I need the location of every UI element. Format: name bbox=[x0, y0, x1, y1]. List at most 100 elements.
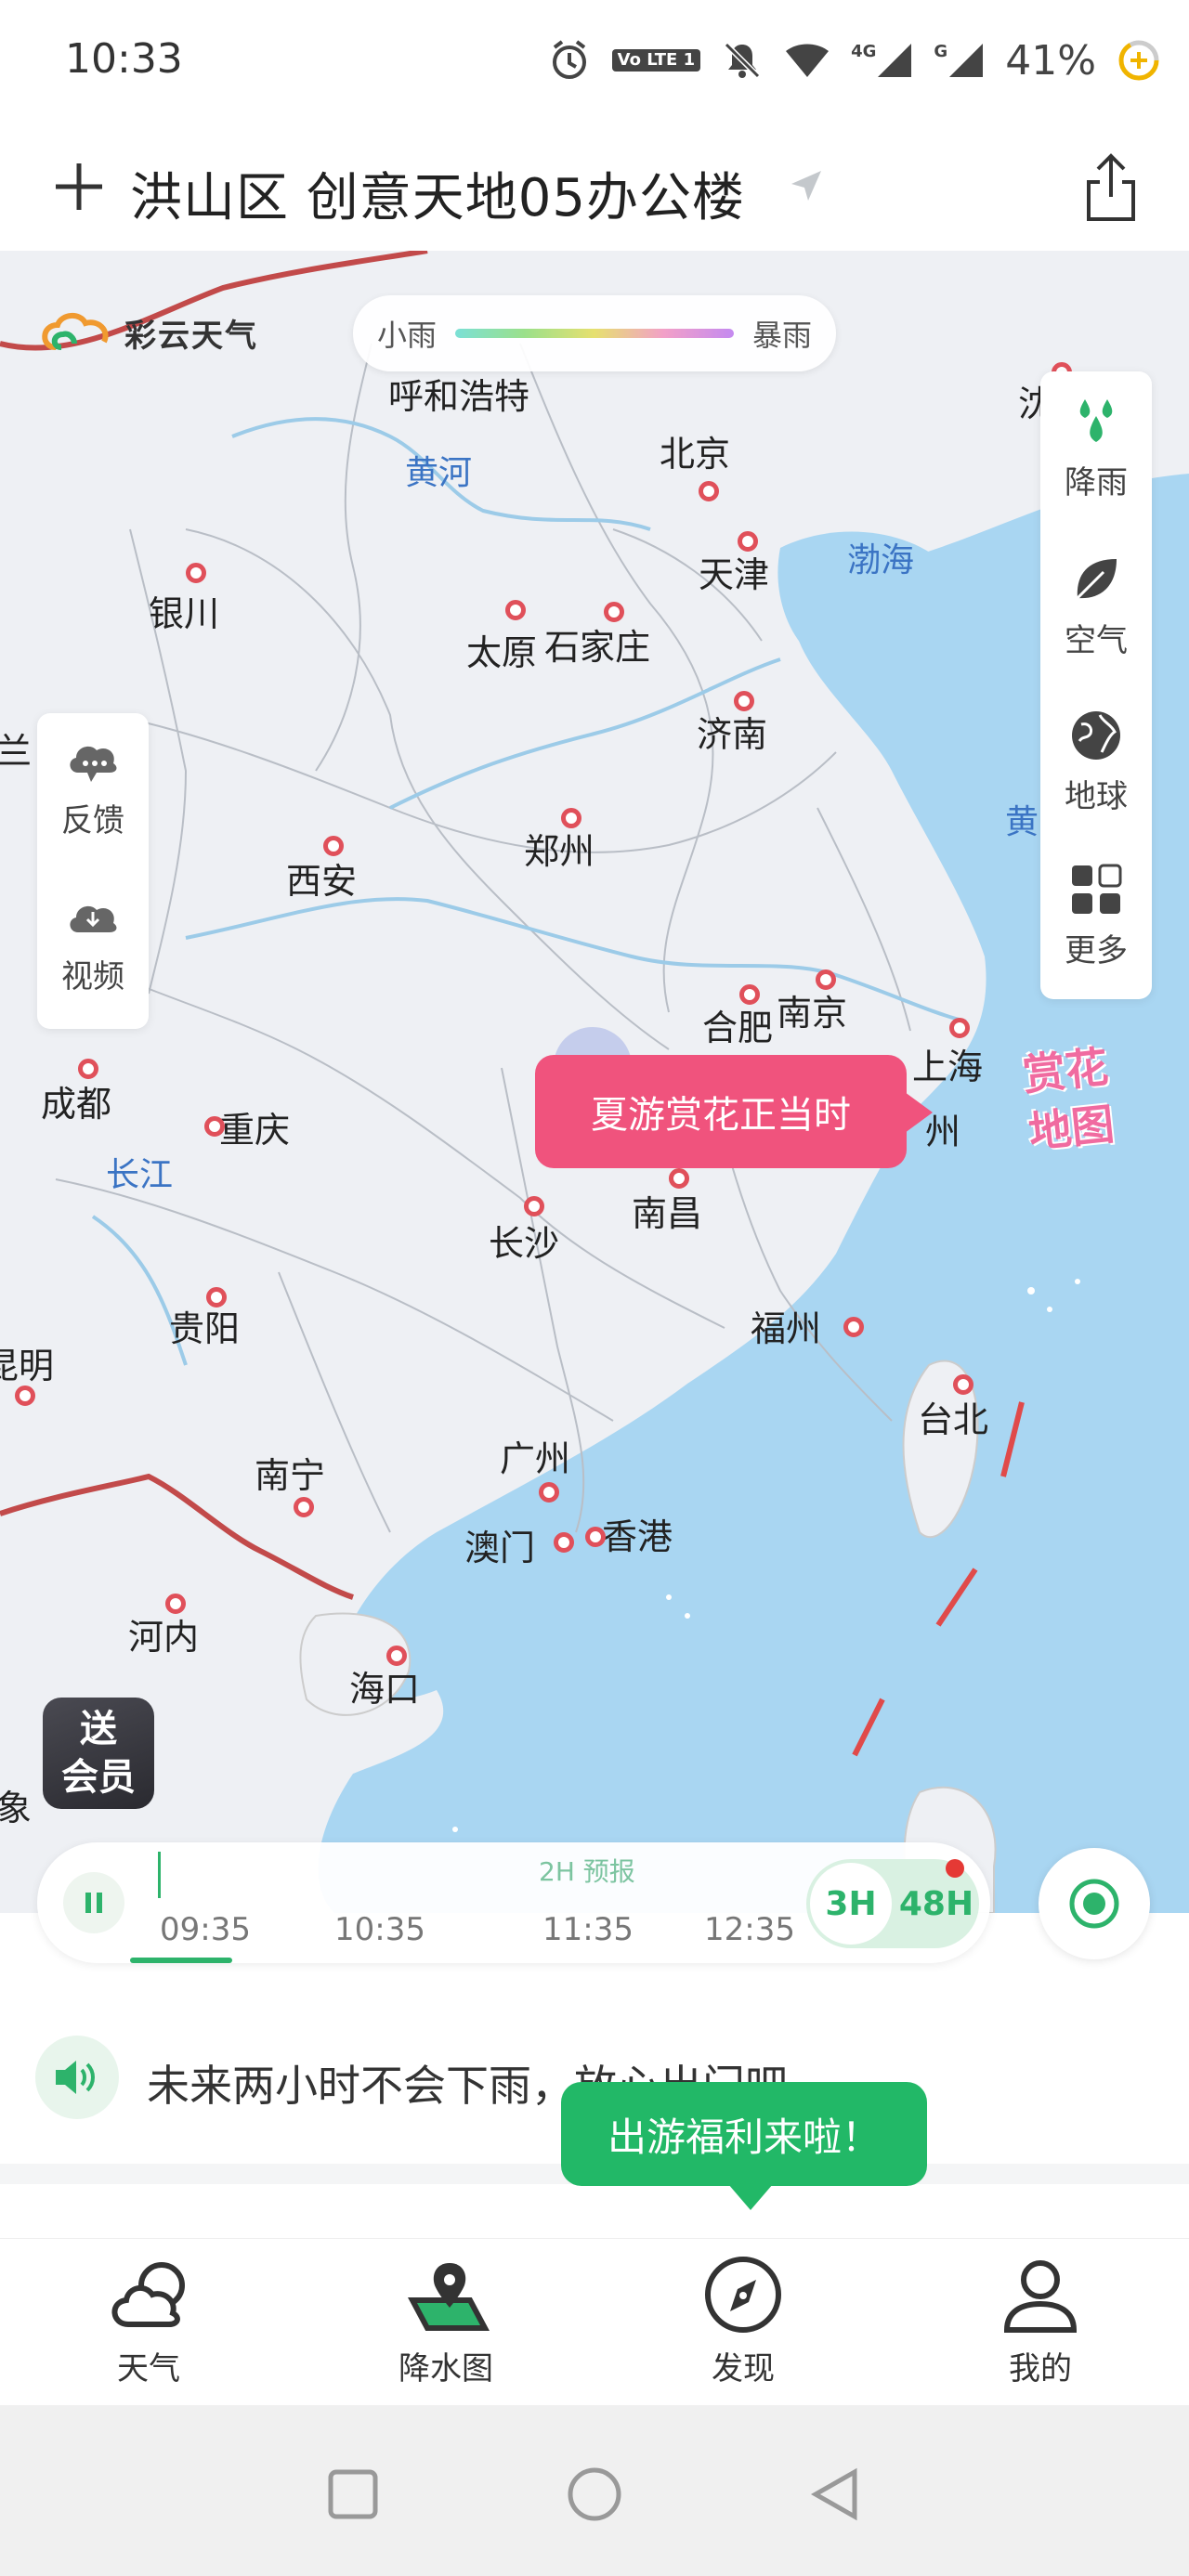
flower-map-button[interactable]: 赏花 地图 bbox=[984, 1034, 1155, 1179]
volte-icon: Vo LTE 1 bbox=[611, 49, 701, 72]
timeline-tick: 09:35 bbox=[160, 1911, 251, 1948]
layer-air-label: 空气 bbox=[1065, 622, 1128, 659]
home-button[interactable] bbox=[557, 2457, 632, 2531]
forecast-range-label: 2H 预报 bbox=[539, 1856, 635, 1887]
city-label: 长沙 bbox=[489, 1223, 560, 1264]
city-label: 南京 bbox=[777, 993, 848, 1034]
timeline-tick: 12:35 bbox=[704, 1911, 795, 1948]
member-badge-line1: 送 bbox=[80, 1708, 117, 1750]
locate-me-button[interactable] bbox=[1039, 1848, 1150, 1959]
map-tools-panel: 反馈 视频 bbox=[37, 713, 149, 1029]
legend-min-label: 小雨 bbox=[377, 318, 438, 353]
rain-legend: 小雨 暴雨 bbox=[353, 295, 836, 371]
location-title[interactable]: 洪山区 创意天地05办公楼 bbox=[130, 156, 745, 231]
status-time: 10:33 bbox=[65, 35, 183, 83]
back-button[interactable] bbox=[799, 2457, 873, 2531]
edge-label-xiang: 象 bbox=[0, 1788, 33, 1828]
city-label: 澳门 bbox=[464, 1528, 536, 1568]
nav-discover-label: 发现 bbox=[712, 2350, 775, 2387]
nav-rain-map[interactable]: 降水图 bbox=[353, 2254, 539, 2402]
layer-rain-button[interactable]: 降雨 bbox=[1040, 371, 1152, 520]
city-label: 台北 bbox=[918, 1399, 989, 1440]
city-dot bbox=[734, 691, 754, 711]
city-label: 银川 bbox=[149, 593, 220, 634]
member-badge-line2: 会员 bbox=[61, 1756, 136, 1799]
promo-bubble[interactable]: 夏游赏花正当时 bbox=[535, 1055, 933, 1168]
city-label: 重庆 bbox=[219, 1110, 291, 1151]
timeline-tick: 10:35 bbox=[334, 1911, 425, 1948]
city-dot bbox=[604, 602, 624, 622]
speaker-icon[interactable] bbox=[35, 2036, 119, 2119]
city-dot bbox=[949, 1018, 970, 1038]
wifi-icon bbox=[784, 42, 830, 79]
square-icon bbox=[328, 2469, 378, 2519]
city-label: 河内 bbox=[128, 1617, 200, 1658]
city-label: 昆明 bbox=[0, 1346, 55, 1386]
pause-button[interactable] bbox=[63, 1872, 124, 1933]
nav-weather[interactable]: 天气 bbox=[56, 2254, 242, 2402]
layer-rain-label: 降雨 bbox=[1065, 464, 1128, 501]
video-label: 视频 bbox=[61, 958, 124, 995]
city-label: 成都 bbox=[41, 1084, 112, 1125]
timeline-scrubber[interactable] bbox=[158, 1852, 161, 1898]
plus-icon bbox=[56, 163, 102, 210]
city-label: 呼和浩特 bbox=[388, 376, 530, 417]
city-label: 海口 bbox=[349, 1669, 421, 1710]
map-layer-panel: 降雨 空气 地球 更多 bbox=[1040, 371, 1152, 999]
timeline-tick: 11:35 bbox=[542, 1911, 634, 1948]
add-location-button[interactable] bbox=[46, 154, 111, 219]
feedback-cloud-icon bbox=[70, 746, 117, 782]
network-label-4g: 4G bbox=[851, 42, 877, 61]
city-dot bbox=[554, 1532, 574, 1553]
status-icons: Vo LTE 1 4G G 41% bbox=[547, 28, 1161, 93]
layer-air-button[interactable]: 空气 bbox=[1040, 529, 1152, 678]
timeline-progress bbox=[130, 1958, 232, 1963]
city-label: 上海 bbox=[912, 1047, 984, 1087]
city-label: 郑州 bbox=[524, 831, 595, 872]
nav-discover[interactable]: 发现 bbox=[650, 2254, 836, 2402]
mode-48h-button[interactable]: 48H bbox=[897, 1863, 975, 1945]
member-badge-button[interactable]: 送 会员 bbox=[43, 1698, 154, 1809]
welfare-bubble[interactable]: 出游福利来啦！ bbox=[561, 2082, 927, 2210]
city-label: 济南 bbox=[697, 714, 768, 755]
feedback-button[interactable]: 反馈 bbox=[37, 713, 149, 869]
leaf-icon bbox=[1076, 559, 1117, 600]
city-dot bbox=[505, 600, 526, 620]
city-label: 广州 bbox=[500, 1438, 571, 1479]
city-dot bbox=[524, 1196, 544, 1216]
recents-button[interactable] bbox=[316, 2457, 390, 2531]
city-dot bbox=[561, 808, 581, 828]
nav-mine[interactable]: 我的 bbox=[947, 2254, 1133, 2402]
city-dot bbox=[539, 1482, 559, 1503]
city-label: 香港 bbox=[602, 1516, 673, 1557]
range-toggle: 3H 48H bbox=[806, 1859, 979, 1948]
rain-map[interactable]: 彩云天气 小雨 暴雨 呼和浩特 北京 天津 银川 太原 石家庄 济南 郑州 西安 合肥 南京 上海 成都… bbox=[0, 251, 1189, 1913]
grid-icon bbox=[1072, 864, 1122, 914]
city-dot bbox=[738, 531, 758, 552]
forecast-timeline[interactable]: 2H 预报 09:35 10:35 11:35 12:35 3H 48H bbox=[37, 1842, 990, 1963]
globe-icon bbox=[1072, 711, 1120, 760]
download-cloud-icon bbox=[70, 905, 117, 932]
bottom-nav: 天气 降水图 发现 我的 bbox=[0, 2238, 1189, 2405]
layer-globe-button[interactable]: 地球 bbox=[1040, 685, 1152, 834]
city-dot bbox=[699, 481, 719, 501]
city-label: 天津 bbox=[699, 554, 770, 595]
video-button[interactable]: 视频 bbox=[37, 869, 149, 1025]
city-dot bbox=[204, 1116, 225, 1137]
share-button[interactable] bbox=[1078, 150, 1144, 225]
city-label: 西安 bbox=[286, 861, 358, 902]
mode-3h-button[interactable]: 3H bbox=[810, 1863, 892, 1945]
layer-more-button[interactable]: 更多 bbox=[1040, 839, 1152, 988]
city-dot bbox=[816, 969, 836, 990]
nav-rain-map-label: 降水图 bbox=[399, 2350, 493, 2387]
nav-weather-label: 天气 bbox=[117, 2350, 180, 2387]
city-dot bbox=[165, 1594, 186, 1614]
water-label-yangtze: 长江 bbox=[106, 1156, 174, 1194]
city-label: 北京 bbox=[660, 434, 731, 475]
location-arrow-icon bbox=[788, 167, 825, 208]
city-label: 太原 bbox=[466, 632, 538, 673]
back-triangle-icon bbox=[810, 2467, 857, 2521]
flower-map-line1: 赏花 bbox=[1020, 1041, 1111, 1100]
city-label: 石家庄 bbox=[544, 627, 651, 668]
legend-gradient-bar bbox=[455, 329, 734, 338]
